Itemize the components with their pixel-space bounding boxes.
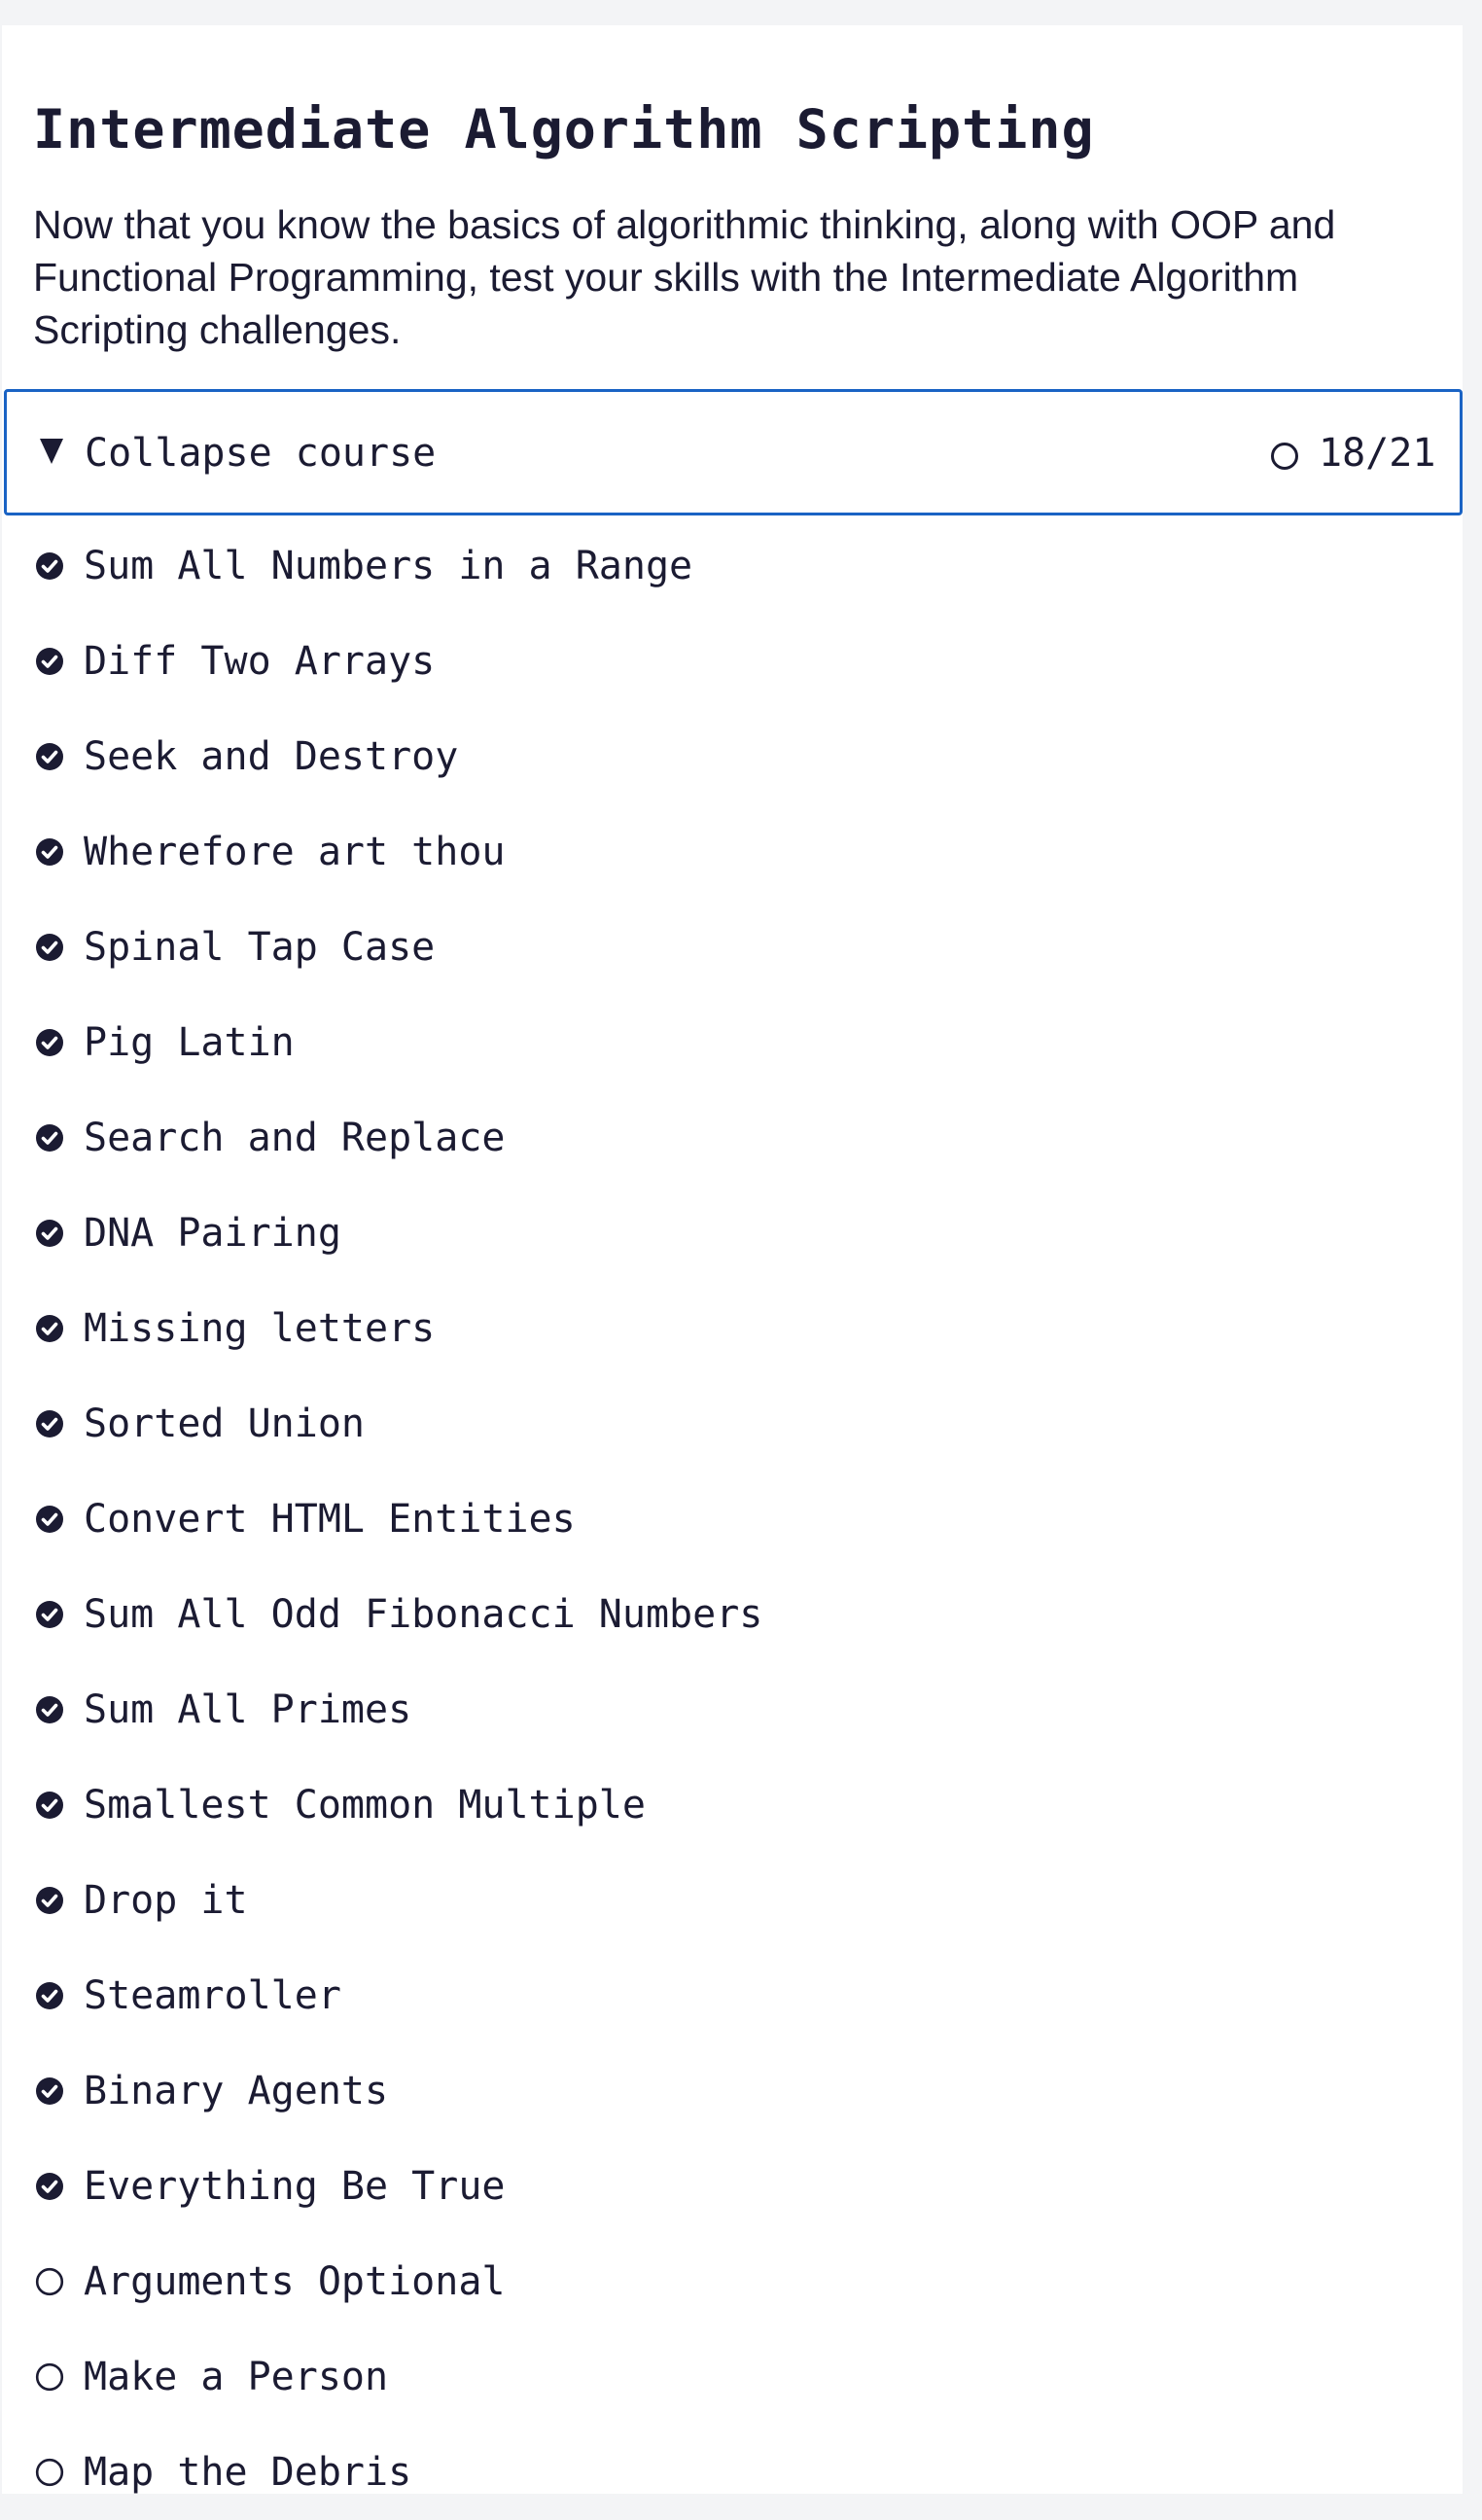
lesson-title: Sum All Primes xyxy=(84,1687,412,1732)
collapse-course-button[interactable]: Collapse course 18/21 xyxy=(4,389,1463,515)
lesson-item[interactable]: Seek and Destroy xyxy=(2,709,1461,804)
lesson-item[interactable]: Spinal Tap Case xyxy=(2,900,1461,995)
lesson-title: Convert HTML Entities xyxy=(84,1497,576,1542)
lesson-title: Binary Agents xyxy=(84,2069,389,2113)
lesson-title: Search and Replace xyxy=(84,1116,506,1160)
triangle-down-icon xyxy=(40,439,63,464)
lesson-title: Steamroller xyxy=(84,1973,341,2018)
check-circle-icon xyxy=(35,647,64,676)
lesson-title: Seek and Destroy xyxy=(84,734,459,779)
lesson-list: Sum All Numbers in a Range Diff Two Array… xyxy=(2,518,1461,2520)
lesson-item[interactable]: Sum All Numbers in a Range xyxy=(2,518,1461,614)
lesson-item[interactable]: Make a Person xyxy=(2,2329,1461,2425)
check-circle-icon xyxy=(35,933,64,962)
check-circle-icon xyxy=(35,1981,64,2010)
lesson-item[interactable]: Drop it xyxy=(2,1853,1461,1948)
check-circle-icon xyxy=(35,1505,64,1534)
lesson-item[interactable]: Sorted Union xyxy=(2,1376,1461,1472)
lesson-item[interactable]: Diff Two Arrays xyxy=(2,614,1461,709)
check-circle-icon xyxy=(35,1028,64,1057)
lesson-title: Map the Debris xyxy=(84,2450,412,2495)
lesson-title: Sum All Numbers in a Range xyxy=(84,544,693,588)
check-circle-icon xyxy=(35,551,64,581)
lesson-item[interactable]: Map the Debris xyxy=(2,2425,1461,2520)
lesson-title: DNA Pairing xyxy=(84,1211,341,1256)
lesson-item[interactable]: DNA Pairing xyxy=(2,1186,1461,1281)
lesson-title: Make a Person xyxy=(84,2355,389,2399)
check-circle-icon xyxy=(35,2172,64,2201)
check-circle-icon xyxy=(35,742,64,771)
page-title: Intermediate Algorithm Scripting xyxy=(33,98,1095,160)
lesson-item[interactable]: Binary Agents xyxy=(2,2043,1461,2139)
lesson-item[interactable]: Steamroller xyxy=(2,1948,1461,2043)
circle-outline-icon xyxy=(1271,443,1298,470)
lesson-item[interactable]: Sum All Primes xyxy=(2,1662,1461,1757)
lesson-item[interactable]: Arguments Optional xyxy=(2,2234,1461,2329)
lesson-item[interactable]: Sum All Odd Fibonacci Numbers xyxy=(2,1567,1461,1662)
check-circle-icon xyxy=(35,1791,64,1820)
check-circle-icon xyxy=(35,1123,64,1153)
lesson-title: Spinal Tap Case xyxy=(84,925,436,970)
lesson-item[interactable]: Wherefore art thou xyxy=(2,804,1461,900)
lesson-title: Wherefore art thou xyxy=(84,830,506,874)
lesson-item[interactable]: Missing letters xyxy=(2,1281,1461,1376)
lesson-item[interactable]: Pig Latin xyxy=(2,995,1461,1090)
lesson-item[interactable]: Smallest Common Multiple xyxy=(2,1757,1461,1853)
check-circle-icon xyxy=(35,1886,64,1915)
check-circle-icon xyxy=(35,1219,64,1248)
check-circle-icon xyxy=(35,1314,64,1343)
lesson-item[interactable]: Convert HTML Entities xyxy=(2,1472,1461,1567)
check-circle-icon xyxy=(35,2076,64,2106)
check-circle-icon xyxy=(35,1600,64,1629)
circle-outline-icon xyxy=(35,2267,64,2296)
lesson-title: Missing letters xyxy=(84,1306,436,1351)
lesson-title: Pig Latin xyxy=(84,1020,295,1065)
lesson-title: Sum All Odd Fibonacci Numbers xyxy=(84,1592,763,1637)
lesson-item[interactable]: Everything Be True xyxy=(2,2139,1461,2234)
circle-outline-icon xyxy=(35,2362,64,2392)
check-circle-icon xyxy=(35,1409,64,1438)
section-description: Now that you know the basics of algorith… xyxy=(33,202,1336,352)
course-card: Intermediate Algorithm Scripting Now tha… xyxy=(2,25,1463,2495)
lesson-title: Smallest Common Multiple xyxy=(84,1783,646,1828)
lesson-title: Diff Two Arrays xyxy=(84,639,436,684)
lesson-title: Drop it xyxy=(84,1878,248,1923)
lesson-title: Everything Be True xyxy=(84,2164,506,2209)
circle-outline-icon xyxy=(35,2458,64,2487)
collapse-course-label: Collapse course xyxy=(85,431,437,476)
lesson-title: Sorted Union xyxy=(84,1402,365,1446)
check-circle-icon xyxy=(35,1695,64,1724)
check-circle-icon xyxy=(35,837,64,867)
course-progress-count: 18/21 xyxy=(1319,431,1436,476)
lesson-title: Arguments Optional xyxy=(84,2259,506,2304)
lesson-item[interactable]: Search and Replace xyxy=(2,1090,1461,1186)
